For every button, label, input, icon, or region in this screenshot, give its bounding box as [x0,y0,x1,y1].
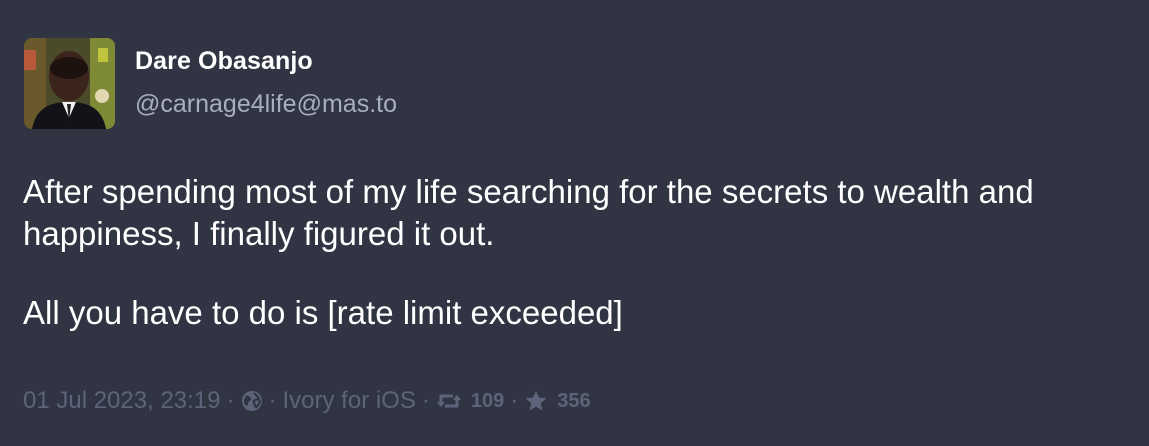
meta-separator: · [421,387,430,414]
boost-count: 109 [470,389,505,412]
post-timestamp[interactable]: 01 Jul 2023, 23:19 [23,387,221,415]
post-card: Dare Obasanjo @carnage4life@mas.to After… [0,0,1149,446]
favourite-count: 356 [557,389,591,412]
post-paragraph: All you have to do is [rate limit exceed… [23,294,623,331]
author-handle[interactable]: @carnage4life@mas.to [135,90,397,119]
author-display-name[interactable]: Dare Obasanjo [135,47,313,76]
avatar[interactable] [24,38,115,129]
avatar-image [24,38,115,129]
star-icon[interactable] [524,389,548,413]
post-paragraph: After spending most of my life searching… [23,173,1034,252]
globe-icon [241,390,263,412]
boost-icon[interactable] [436,391,462,411]
post-content: After spending most of my life searching… [23,171,1123,371]
client-name: Ivory for iOS [282,387,416,414]
post-meta: 01 Jul 2023, 23:19 · · Ivory for iOS · 1… [23,386,591,416]
meta-separator: · [510,387,519,414]
meta-separator: · [268,387,277,414]
meta-separator: · [226,387,235,414]
